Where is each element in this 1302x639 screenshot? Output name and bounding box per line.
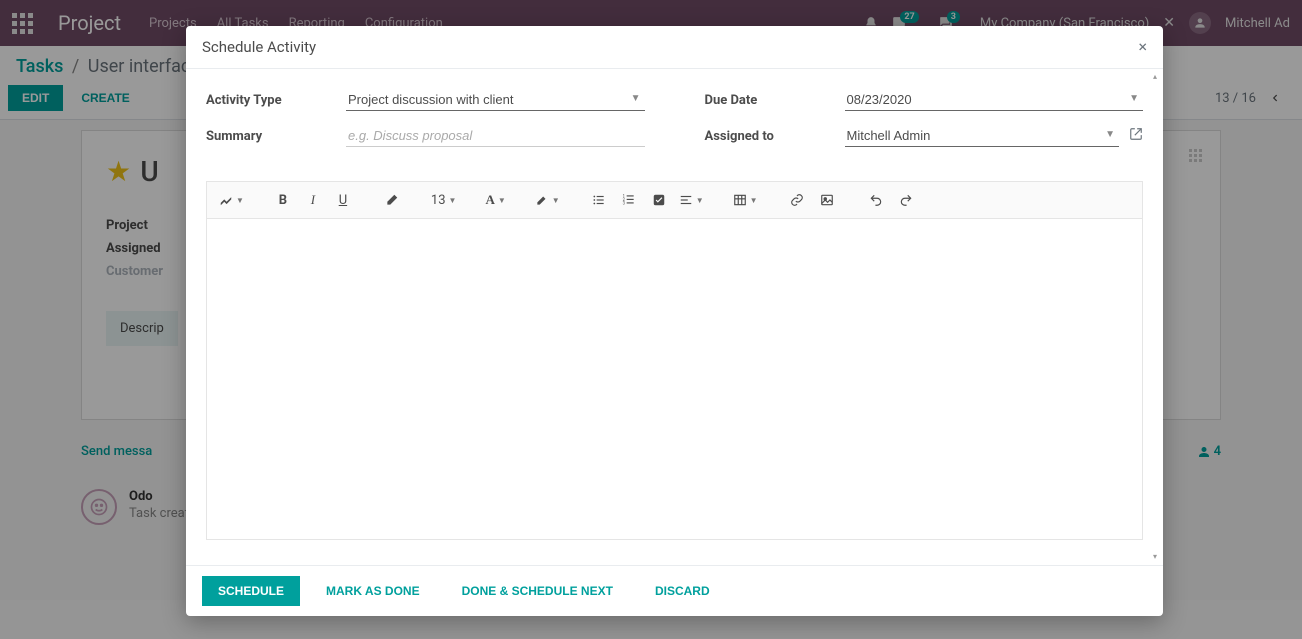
rte-image-icon[interactable] — [813, 188, 841, 212]
rte-font-icon[interactable]: A▼ — [481, 188, 509, 212]
label-due-date: Due Date — [705, 93, 845, 108]
rte-ol-icon[interactable]: 123 — [615, 188, 643, 212]
rte-content[interactable] — [207, 219, 1142, 539]
rte-redo-icon[interactable] — [892, 188, 920, 212]
rte-table-icon[interactable]: ▼ — [729, 188, 762, 212]
external-link-icon[interactable] — [1129, 127, 1143, 145]
modal-header: Schedule Activity × — [186, 26, 1163, 69]
rich-text-editor: ▼ B I U 13▼ A▼ ▼ — [206, 181, 1143, 540]
rte-fontsize-select[interactable]: 13▼ — [427, 188, 461, 212]
rte-highlight-icon[interactable]: ▼ — [531, 188, 564, 212]
rte-style-icon[interactable]: ▼ — [215, 188, 248, 212]
rte-underline-icon[interactable]: U — [329, 188, 357, 212]
rte-eraser-icon[interactable] — [378, 188, 406, 212]
modal-footer: SCHEDULE MARK AS DONE DONE & SCHEDULE NE… — [186, 565, 1163, 616]
rte-link-icon[interactable] — [783, 188, 811, 212]
rte-checklist-icon[interactable] — [645, 188, 673, 212]
modal-body: Activity Type ▼ Summary Due Date ▼ — [186, 69, 1163, 565]
schedule-button[interactable]: SCHEDULE — [202, 576, 300, 606]
mark-done-button[interactable]: MARK AS DONE — [310, 576, 436, 606]
rte-bold-icon[interactable]: B — [269, 188, 297, 212]
assigned-to-select[interactable] — [845, 125, 1120, 147]
due-date-input[interactable] — [845, 89, 1144, 111]
summary-input[interactable] — [346, 125, 645, 147]
rte-italic-icon[interactable]: I — [299, 188, 327, 212]
label-summary: Summary — [206, 129, 346, 144]
label-assigned-to: Assigned to — [705, 129, 845, 144]
rte-align-icon[interactable]: ▼ — [675, 188, 708, 212]
rte-undo-icon[interactable] — [862, 188, 890, 212]
label-activity-type: Activity Type — [206, 93, 346, 108]
svg-text:3: 3 — [622, 201, 625, 206]
activity-type-select[interactable] — [346, 89, 645, 111]
done-schedule-next-button[interactable]: DONE & SCHEDULE NEXT — [446, 576, 629, 606]
schedule-activity-modal: Schedule Activity × ▴ ▾ Activity Type ▼ … — [186, 26, 1163, 616]
discard-button[interactable]: DISCARD — [639, 576, 726, 606]
modal-title: Schedule Activity — [202, 38, 316, 56]
rte-ul-icon[interactable] — [585, 188, 613, 212]
rte-toolbar: ▼ B I U 13▼ A▼ ▼ — [207, 182, 1142, 219]
close-icon[interactable]: × — [1138, 39, 1147, 55]
